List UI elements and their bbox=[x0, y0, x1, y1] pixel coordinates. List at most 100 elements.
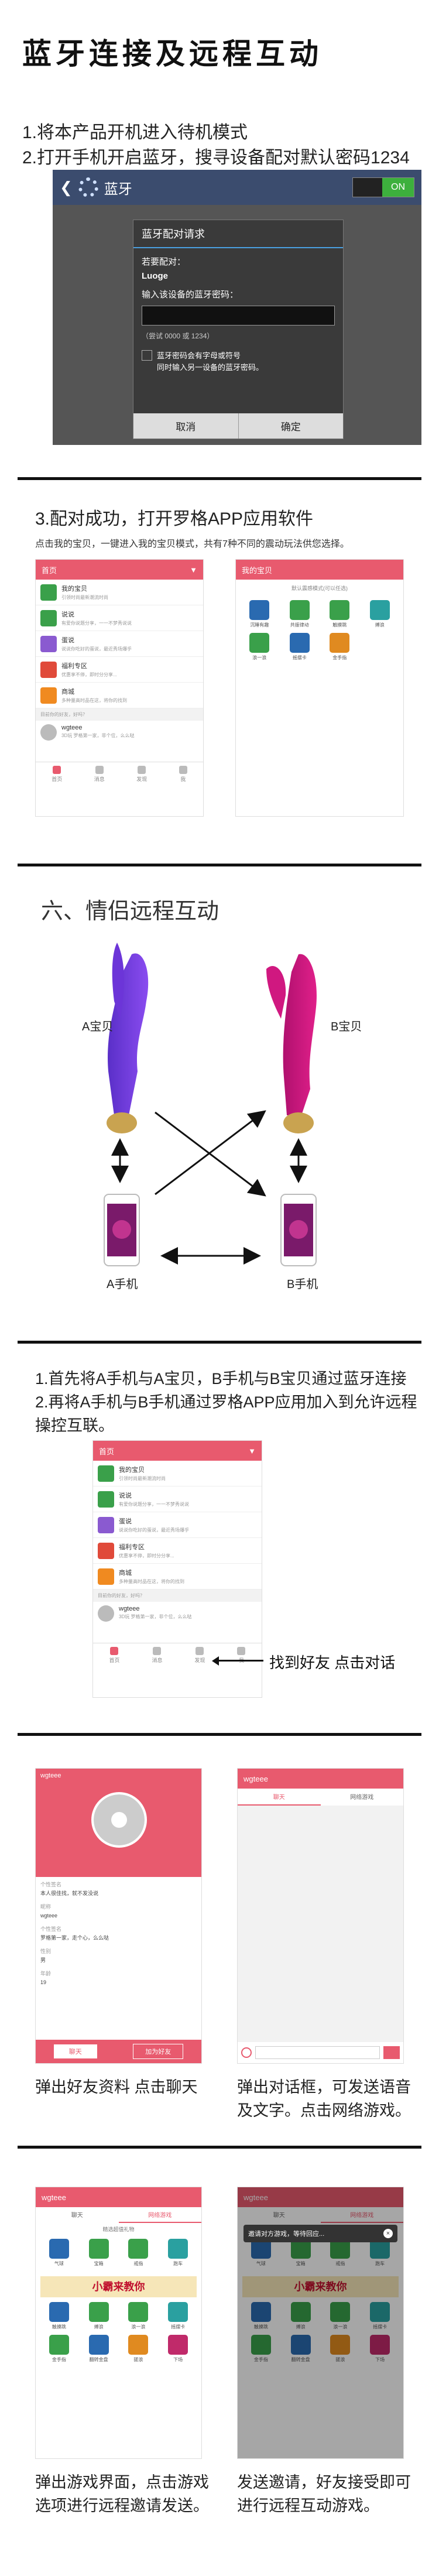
home-row[interactable]: 我的宝贝 引领时尚最新潮流时尚 bbox=[93, 1461, 262, 1486]
arrow-head-icon bbox=[212, 1656, 219, 1666]
home-row[interactable]: 福利专区 优惠享不停，即时分分享... bbox=[93, 1538, 262, 1564]
grid-item[interactable]: 搏浪 bbox=[360, 600, 400, 628]
grid-label: 翻转金盘 bbox=[89, 2357, 108, 2362]
grid-item[interactable]: 翻转金盘 bbox=[79, 2335, 119, 2363]
grid-item[interactable]: 气球 bbox=[39, 2239, 79, 2267]
tab-chat[interactable]: 聊天 bbox=[36, 2207, 119, 2223]
home-row[interactable]: 商城 多种量高时品在这，将你的找到 bbox=[36, 683, 203, 708]
grid-item[interactable]: 浪一浪 bbox=[119, 2302, 159, 2330]
teach-banner[interactable]: 小霸来教你 bbox=[40, 2276, 197, 2297]
tab-network-game[interactable]: 网络游戏 bbox=[118, 2207, 201, 2223]
tab-item[interactable]: 发现 bbox=[194, 1647, 205, 1664]
tab-chat[interactable]: 聊天 bbox=[238, 1789, 321, 1806]
pin-input[interactable] bbox=[142, 306, 335, 326]
home-row[interactable]: 蛋说 说说你吃好的蛋说，最近秀场爆乎 bbox=[36, 631, 203, 657]
grid-item[interactable]: 触摸跳 bbox=[39, 2302, 79, 2330]
filter-icon[interactable]: ▼ bbox=[190, 566, 197, 574]
mode-icon bbox=[128, 2335, 149, 2355]
grid-item[interactable]: 金手指 bbox=[39, 2335, 79, 2363]
baby-header: 我的宝贝 bbox=[242, 566, 273, 575]
back-icon[interactable]: ❮ bbox=[60, 179, 73, 197]
app-home-screenshot-2: 首页 ▼ 我的宝贝 引领时尚最新潮流时尚 说说 有爱你说题分享，一一不梦秀说说 蛋说 说说你… bbox=[92, 1440, 262, 1698]
grid-item[interactable]: 沉睡有趣 bbox=[239, 600, 280, 628]
home-row[interactable]: 说说 有爱你说题分享，一一不梦秀说说 bbox=[93, 1486, 262, 1512]
grid-label: 触摸跳 bbox=[332, 622, 347, 628]
home-row[interactable]: 说说 有爱你说题分享，一一不梦秀说说 bbox=[36, 605, 203, 631]
grid-item[interactable]: 摇摆卡 bbox=[280, 633, 320, 661]
bluetooth-toggle[interactable]: ON bbox=[352, 177, 414, 197]
add-friend-button[interactable]: 加为好友 bbox=[133, 2044, 184, 2059]
grid-item[interactable]: 戒指 bbox=[119, 2239, 159, 2267]
profile-avatar bbox=[91, 1792, 147, 1848]
voice-icon[interactable] bbox=[241, 2047, 252, 2058]
interaction-diagram: A宝贝 B宝贝 A手机 B手机 bbox=[82, 943, 362, 1291]
pair-label: 若要配对： bbox=[142, 257, 186, 267]
row-subtitle: 说说你吃好的蛋说，最近秀场爆乎 bbox=[61, 646, 132, 652]
row-subtitle: 多种量高时品在这，将你的找到 bbox=[61, 698, 127, 703]
mode-icon bbox=[289, 633, 310, 653]
letters-checkbox[interactable] bbox=[142, 350, 152, 361]
grid-item[interactable]: 宝箱 bbox=[79, 2239, 119, 2267]
invite-text: 邀请对方游戏，等待回应... bbox=[248, 2231, 325, 2238]
pairing-dialog: 蓝牙配对请求 若要配对： Luoge 输入该设备的蓝牙密码： （尝试 0000 … bbox=[133, 220, 344, 439]
tab-icon bbox=[153, 1647, 162, 1655]
tab-item[interactable]: 我 bbox=[179, 766, 187, 783]
gender-value: 男 bbox=[40, 1957, 46, 1963]
home-row[interactable]: 福利专区 优惠享不停，即时分分享... bbox=[36, 657, 203, 683]
tab-item[interactable]: 消息 bbox=[94, 766, 105, 783]
grid-item[interactable]: 搏浪 bbox=[79, 2302, 119, 2330]
filter-icon[interactable]: ▼ bbox=[248, 1447, 256, 1455]
grid-item[interactable]: 金手指 bbox=[320, 633, 360, 661]
home-row[interactable]: 蛋说 说说你吃好的蛋说，最近秀场爆乎 bbox=[93, 1512, 262, 1538]
send-button[interactable] bbox=[383, 2046, 400, 2059]
tab-item[interactable]: 发现 bbox=[136, 766, 147, 783]
grid-label: 下场 bbox=[173, 2357, 183, 2362]
feed-text: 3D玩 罗格第一家，非个位，么么哒 bbox=[119, 1614, 192, 1619]
feed-name: wgteee bbox=[119, 1605, 140, 1612]
home-row[interactable]: 商城 多种量高时品在这，将你的找到 bbox=[93, 1564, 262, 1590]
chat-button[interactable]: 聊天 bbox=[53, 2044, 97, 2058]
divider bbox=[18, 1733, 421, 1736]
invite-toast: 邀请对方游戏，等待回应... × bbox=[243, 2225, 397, 2242]
profile-header-name: wgteee bbox=[40, 1772, 61, 1779]
row-icon bbox=[98, 1516, 114, 1533]
grid-item[interactable]: 浪一浪 bbox=[239, 633, 280, 661]
friend-bar: 目前你的好友，好吗？ bbox=[93, 1590, 262, 1602]
mode-icon bbox=[88, 2335, 109, 2355]
ok-button[interactable]: 确定 bbox=[239, 413, 344, 439]
home-list: 我的宝贝 引领时尚最新潮流时尚 说说 有爱你说题分享，一一不梦秀说说 蛋说 说说你吃好的蛋… bbox=[93, 1461, 262, 1590]
tab-item[interactable]: 首页 bbox=[109, 1647, 120, 1664]
purple-toy-a bbox=[107, 943, 149, 1133]
bluetooth-screenshot: ❮ 蓝牙 ON 蓝牙配对请求 若要配对： Luoge 输入该设备的蓝牙密码： （… bbox=[53, 170, 421, 445]
tab-item[interactable]: 首页 bbox=[52, 766, 62, 783]
mode-icon bbox=[128, 2239, 149, 2259]
avatar[interactable] bbox=[40, 724, 57, 741]
grid-label: 气球 bbox=[54, 2261, 64, 2266]
tab-label: 消息 bbox=[94, 776, 105, 782]
row-subtitle: 优惠享不停，即时分分享... bbox=[61, 672, 117, 677]
grid-item[interactable]: 共振律动 bbox=[280, 600, 320, 628]
feed-text: 3D玩 罗格第一家，非个位，么么哒 bbox=[61, 733, 135, 738]
friend-avatar[interactable] bbox=[98, 1605, 114, 1622]
label-b-bao: B宝贝 bbox=[331, 1020, 362, 1033]
grid-item[interactable]: 跑车 bbox=[158, 2239, 198, 2267]
tab-network-game[interactable]: 网络游戏 bbox=[321, 1789, 404, 1806]
grid-item[interactable]: 触摸跳 bbox=[320, 600, 360, 628]
tab-icon bbox=[110, 1647, 119, 1655]
grid-item[interactable]: 下场 bbox=[158, 2335, 198, 2363]
row-subtitle: 说说你吃好的蛋说，最近秀场爆乎 bbox=[119, 1527, 189, 1533]
nick-label: 昵称 bbox=[40, 1904, 52, 1910]
step2-line-2: 2.再将A手机与B手机通过罗格APP应用加入到允许远程 bbox=[35, 1393, 417, 1411]
message-input[interactable] bbox=[255, 2046, 380, 2059]
game-screenshot: wgteee 聊天 网络游戏 精选超值礼物 气球 宝箱 戒指 跑车 小霸来教你 触摸跳… bbox=[35, 2187, 202, 2459]
caption-chat-2: 及文字。点击网络游戏。 bbox=[237, 2102, 411, 2119]
close-icon[interactable]: × bbox=[383, 2229, 393, 2238]
grid-item[interactable]: 摇摆卡 bbox=[158, 2302, 198, 2330]
tab-item[interactable]: 消息 bbox=[152, 1647, 163, 1664]
cancel-button[interactable]: 取消 bbox=[133, 413, 239, 439]
gear-icon bbox=[78, 177, 98, 197]
dialog-title: 蓝牙配对请求 bbox=[133, 220, 343, 248]
grid-item[interactable]: 搓浪 bbox=[119, 2335, 159, 2363]
caption-invite-1: 发送邀请，好友接受即可 bbox=[237, 2474, 411, 2491]
home-row[interactable]: 我的宝贝 引领时尚最新潮流时尚 bbox=[36, 580, 203, 605]
